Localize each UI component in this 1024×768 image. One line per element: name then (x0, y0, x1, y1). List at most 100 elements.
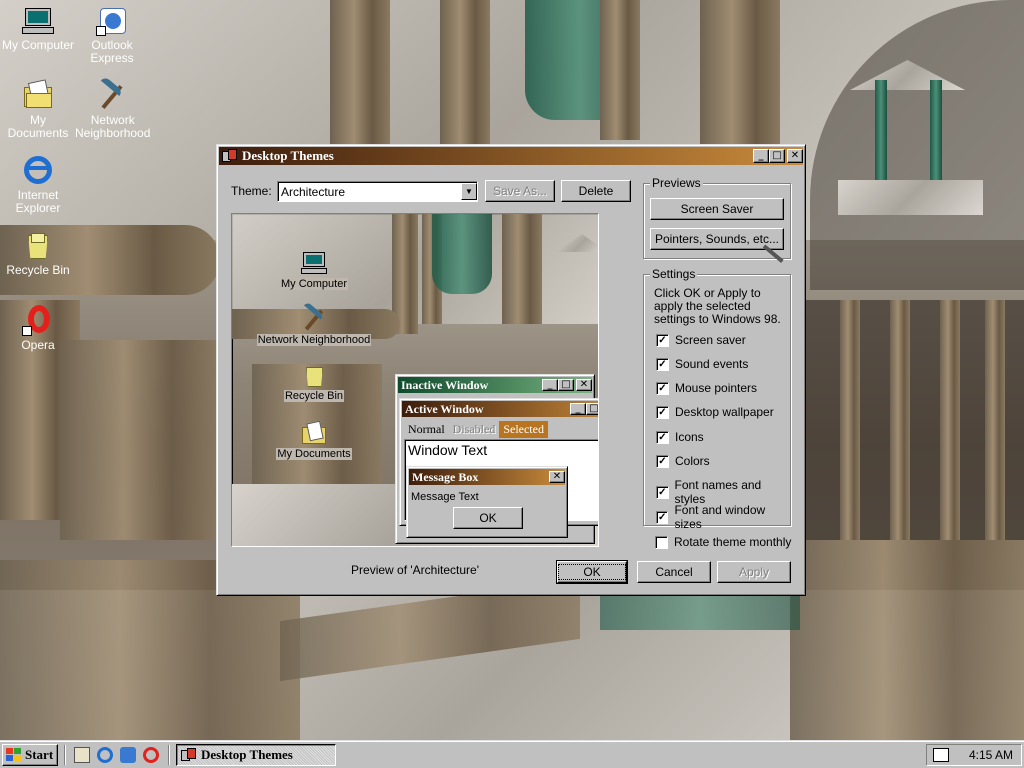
windows-logo-icon (6, 748, 22, 762)
taskbar-button-label: Desktop Themes (201, 747, 293, 762)
desktop-icon-label: Outlook Express (90, 38, 134, 65)
preview-icon-label: My Documents (276, 448, 352, 460)
pointers-sounds-label: Pointers, Sounds, etc... (654, 232, 780, 246)
close-button: ✕ (576, 379, 592, 391)
desktop-themes-window: Desktop Themes _ □ ✕ Theme: Architecture… (216, 144, 806, 596)
desktop-icon-my-documents[interactable]: My Documents (0, 79, 76, 140)
theme-dropdown[interactable]: Architecture ▼ (277, 181, 478, 202)
computer-icon (301, 250, 327, 276)
preview-icon-my-computer: My Computer (264, 250, 364, 290)
setting-checkbox[interactable]: ✓ Colors (656, 454, 710, 468)
window-title: Desktop Themes (242, 148, 334, 163)
menu-selected: Selected (499, 421, 548, 438)
minimize-button: _ (570, 403, 586, 415)
setting-checkbox[interactable]: ✓ Mouse pointers (656, 381, 757, 395)
folder-icon (301, 420, 327, 446)
desktop-icon-label: Internet Explorer (15, 188, 61, 215)
title-bar[interactable]: Desktop Themes _ □ ✕ (219, 147, 803, 165)
start-button[interactable]: Start (2, 744, 58, 766)
checkbox-box[interactable]: ✓ (656, 333, 669, 347)
close-button: ✕ (549, 471, 565, 483)
setting-label: Desktop wallpaper (675, 405, 774, 419)
checkbox-box[interactable]: ✓ (656, 381, 669, 395)
quick-launch-separator (64, 745, 66, 765)
preview-active-title: Active Window (405, 401, 484, 416)
opera-icon[interactable] (143, 747, 159, 763)
taskbar: Start Desktop Themes 4:15 AM (0, 740, 1024, 768)
previews-group-label: Previews (650, 176, 703, 190)
settings-description: Click OK or Apply to apply the selected … (654, 286, 781, 326)
menu-normal: Normal (408, 422, 445, 436)
rotate-theme-checkbox[interactable]: Rotate theme monthly (655, 535, 791, 549)
desktop-icon-outlook-express[interactable]: ↗ Outlook Express (74, 4, 150, 65)
recycle-bin-icon (22, 229, 54, 261)
opera-icon: ↗ (22, 304, 54, 336)
outlook-express-icon[interactable] (120, 747, 136, 763)
checkbox-box[interactable]: ✓ (656, 454, 669, 468)
preview-msgbox-ok-button: OK (453, 507, 523, 529)
desktop-icon-my-computer[interactable]: My Computer (0, 4, 76, 52)
clock[interactable]: 4:15 AM (969, 748, 1013, 762)
preview-icon-label: Recycle Bin (283, 390, 345, 402)
checkbox-box[interactable]: ✓ (656, 485, 669, 499)
theme-label: Theme: (231, 184, 272, 198)
checkbox-box[interactable]: ✓ (656, 430, 669, 444)
show-desktop-icon[interactable] (74, 747, 90, 763)
desktop-icon-label: My Computer (1, 38, 75, 52)
scheduler-icon[interactable] (933, 748, 949, 762)
maximize-button[interactable]: □ (769, 149, 785, 163)
desktop-icon-opera[interactable]: ↗ Opera (0, 304, 76, 352)
task-separator (168, 745, 170, 765)
delete-button[interactable]: Delete (561, 180, 631, 202)
save-as-label: Save As... (492, 184, 548, 198)
ok-label: OK (558, 564, 626, 580)
desktop-icon-label: Network Neighborhood (75, 113, 151, 140)
app-icon (222, 149, 238, 163)
setting-label: Sound events (675, 357, 749, 371)
setting-label: Mouse pointers (675, 381, 758, 395)
setting-checkbox[interactable]: ✓ Font and window sizes (656, 503, 790, 531)
setting-checkbox[interactable]: ✓ Screen saver (656, 333, 746, 347)
save-as-button[interactable]: Save As... (485, 180, 555, 202)
settings-group-label: Settings (650, 267, 698, 281)
checkbox-box[interactable]: ✓ (656, 405, 669, 419)
setting-checkbox[interactable]: ✓ Desktop wallpaper (656, 405, 774, 419)
ok-button[interactable]: OK (556, 560, 628, 584)
close-button[interactable]: ✕ (787, 149, 803, 163)
menu-disabled: Disabled (452, 422, 496, 436)
checkbox-box[interactable]: ✓ (656, 510, 669, 524)
setting-label: Colors (675, 454, 710, 468)
internet-explorer-icon[interactable] (97, 747, 113, 763)
internet-explorer-icon (22, 154, 54, 186)
desktop-icon-internet-explorer[interactable]: Internet Explorer (0, 154, 76, 215)
preview-icon-label: Network Neighborhood (256, 334, 372, 346)
desktop-icon-network-neighborhood[interactable]: Network Neighborhood (74, 75, 151, 140)
preview-icon-label: My Computer (279, 278, 349, 290)
setting-label: Font names and styles (674, 478, 762, 506)
setting-checkbox[interactable]: ✓ Font names and styles (656, 478, 790, 506)
chevron-down-icon[interactable]: ▼ (461, 183, 477, 200)
cancel-button[interactable]: Cancel (637, 561, 711, 583)
maximize-button: □ (586, 403, 598, 415)
desktop-icon-recycle-bin[interactable]: Recycle Bin (0, 229, 76, 277)
taskbar-button-desktop-themes[interactable]: Desktop Themes (176, 744, 336, 766)
computer-icon (22, 4, 54, 36)
preview-caption: Preview of 'Architecture' (351, 563, 479, 577)
recycle-bin-icon (301, 362, 327, 388)
minimize-button[interactable]: _ (753, 149, 769, 163)
cancel-label: Cancel (655, 565, 693, 579)
system-tray: 4:15 AM (926, 744, 1022, 766)
checkbox-box[interactable]: ✓ (656, 357, 669, 371)
screen-saver-button[interactable]: Screen Saver (650, 198, 784, 220)
setting-checkbox[interactable]: ✓ Icons (656, 430, 704, 444)
setting-label: Screen saver (675, 333, 746, 347)
preview-inactive-title: Inactive Window (401, 377, 489, 392)
preview-msgbox-text: Message Text (411, 491, 479, 503)
theme-preview: My Computer Network Neighborhood Recycle… (231, 213, 599, 547)
minimize-button: _ (542, 379, 558, 391)
app-icon (181, 748, 197, 762)
setting-checkbox[interactable]: ✓ Sound events (656, 357, 748, 371)
pickaxe-icon (301, 301, 327, 332)
checkbox-box[interactable] (655, 535, 668, 549)
apply-button[interactable]: Apply (717, 561, 791, 583)
